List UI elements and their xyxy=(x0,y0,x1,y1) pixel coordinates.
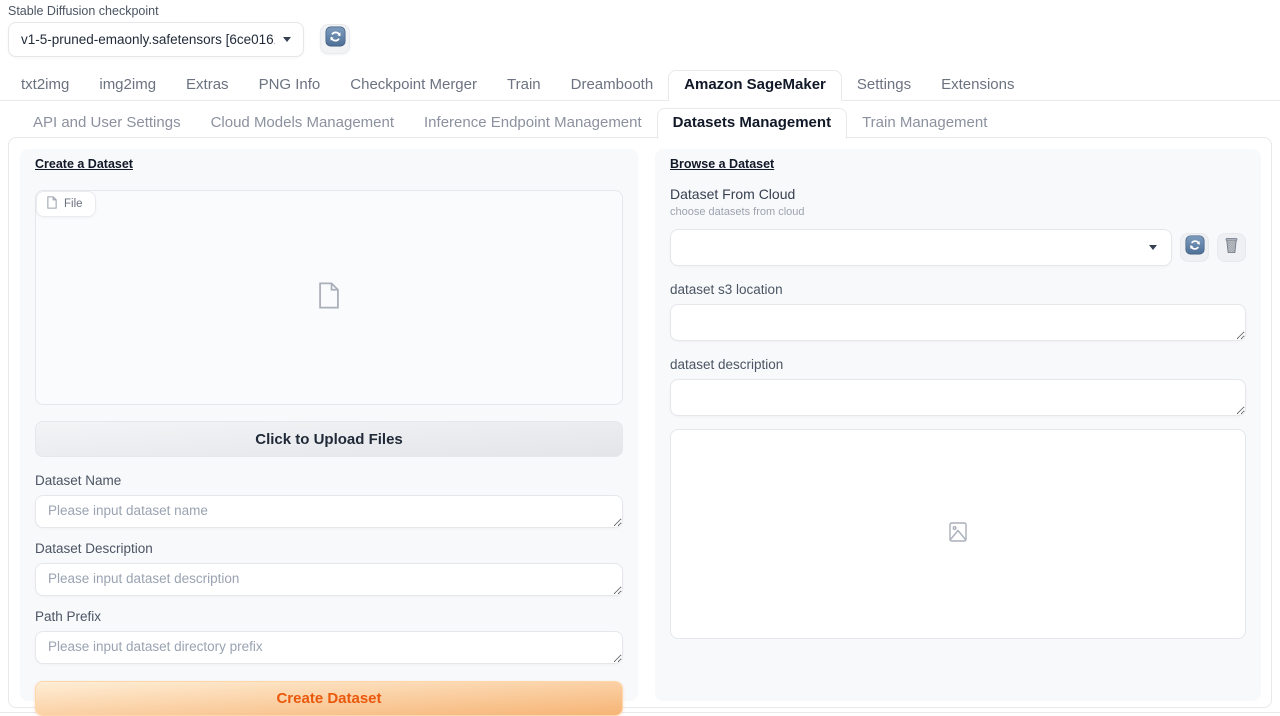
chevron-down-icon xyxy=(1149,245,1157,250)
tab-extensions[interactable]: Extensions xyxy=(926,71,1029,100)
dataset-from-cloud-info: choose datasets from cloud xyxy=(670,206,1246,218)
dataset-name-label: Dataset Name xyxy=(35,473,623,488)
s3-location-input[interactable] xyxy=(670,304,1246,341)
file-upload-dropzone[interactable]: File xyxy=(35,190,623,405)
refresh-datasets-button[interactable] xyxy=(1180,233,1209,262)
cloud-dataset-description-label: dataset description xyxy=(670,357,1246,372)
tab-checkpoint-merger[interactable]: Checkpoint Merger xyxy=(335,71,492,100)
checkpoint-value: v1-5-pruned-emaonly.safetensors [6ce0161… xyxy=(21,32,275,47)
browse-dataset-panel: Browse a Dataset Dataset From Cloud choo… xyxy=(655,149,1261,701)
refresh-icon xyxy=(1185,235,1205,260)
path-prefix-input[interactable] xyxy=(35,631,623,664)
trash-icon xyxy=(1222,236,1241,260)
file-chip-label: File xyxy=(64,198,83,210)
path-prefix-label: Path Prefix xyxy=(35,609,623,624)
chevron-down-icon xyxy=(283,37,291,42)
file-icon xyxy=(46,196,58,212)
checkpoint-label: Stable Diffusion checkpoint xyxy=(8,4,350,18)
delete-dataset-button[interactable] xyxy=(1217,233,1246,262)
subtab-api-user-settings[interactable]: API and User Settings xyxy=(18,109,196,138)
subtab-cloud-models-management[interactable]: Cloud Models Management xyxy=(196,109,409,138)
main-tab-bar: txt2img img2img Extras PNG Info Checkpoi… xyxy=(0,71,1280,101)
image-placeholder-icon xyxy=(946,520,970,549)
tab-amazon-sagemaker[interactable]: Amazon SageMaker xyxy=(668,70,842,101)
datasets-management-panel: Create a Dataset File Click to Upload Fi… xyxy=(8,137,1272,708)
dataset-description-label: Dataset Description xyxy=(35,541,623,556)
dataset-preview-gallery[interactable] xyxy=(670,429,1246,639)
s3-location-label: dataset s3 location xyxy=(670,282,1246,297)
subtab-datasets-management[interactable]: Datasets Management xyxy=(657,108,847,139)
create-dataset-title: Create a Dataset xyxy=(35,157,623,171)
sagemaker-sub-tab-bar: API and User Settings Cloud Models Manag… xyxy=(8,107,1002,138)
dataset-dropdown-row xyxy=(670,229,1246,266)
browse-dataset-title: Browse a Dataset xyxy=(670,157,1246,171)
tab-extras[interactable]: Extras xyxy=(171,71,244,100)
tab-settings[interactable]: Settings xyxy=(842,71,926,100)
cloud-dataset-description-input[interactable] xyxy=(670,379,1246,416)
refresh-checkpoint-button[interactable] xyxy=(320,24,350,54)
create-dataset-panel: Create a Dataset File Click to Upload Fi… xyxy=(20,149,638,701)
tab-dreambooth[interactable]: Dreambooth xyxy=(556,71,669,100)
tab-train[interactable]: Train xyxy=(492,71,556,100)
dataset-name-input[interactable] xyxy=(35,495,623,528)
dataset-from-cloud-label: Dataset From Cloud xyxy=(670,186,1246,202)
tab-img2img[interactable]: img2img xyxy=(84,71,171,100)
checkpoint-dropdown[interactable]: v1-5-pruned-emaonly.safetensors [6ce0161… xyxy=(8,22,304,57)
dataset-description-input[interactable] xyxy=(35,563,623,596)
dataset-from-cloud-dropdown[interactable] xyxy=(670,229,1172,266)
tab-png-info[interactable]: PNG Info xyxy=(244,71,336,100)
file-placeholder-icon xyxy=(316,281,342,314)
refresh-icon xyxy=(325,26,346,52)
checkpoint-bar: Stable Diffusion checkpoint v1-5-pruned-… xyxy=(8,4,350,57)
upload-files-button[interactable]: Click to Upload Files xyxy=(35,421,623,457)
create-dataset-button[interactable]: Create Dataset xyxy=(35,681,623,716)
tab-txt2img[interactable]: txt2img xyxy=(6,71,84,100)
subtab-inference-endpoint-management[interactable]: Inference Endpoint Management xyxy=(409,109,657,138)
file-type-chip[interactable]: File xyxy=(36,191,96,217)
subtab-train-management[interactable]: Train Management xyxy=(847,109,1002,138)
